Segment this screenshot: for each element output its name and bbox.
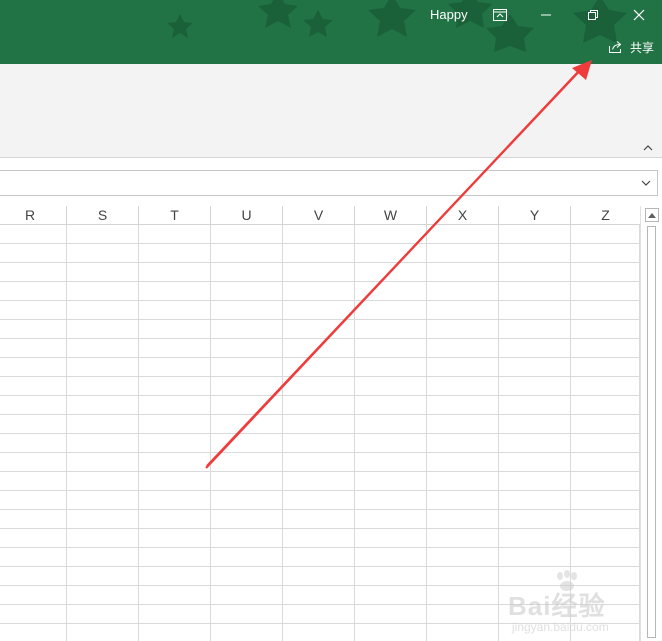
ribbon-display-options-button[interactable]: [477, 0, 523, 30]
column-header-x[interactable]: X: [427, 206, 499, 225]
chevron-down-icon: [641, 180, 651, 186]
title-bar: Happy 共享: [0, 0, 662, 64]
close-icon: [633, 9, 645, 21]
minimize-button[interactable]: [523, 0, 569, 30]
column-header-t[interactable]: T: [139, 206, 211, 225]
formula-bar-expand-button[interactable]: [639, 176, 653, 190]
column-header-z[interactable]: Z: [571, 206, 640, 225]
column-header-s[interactable]: S: [67, 206, 139, 225]
minimize-icon: [541, 14, 551, 16]
close-button[interactable]: [616, 0, 662, 30]
ribbon-collapse-button[interactable]: [638, 140, 658, 156]
baidu-jingyan-watermark: Bai经验 jingyan.baidu.com: [508, 570, 658, 636]
scroll-up-button[interactable]: [645, 208, 659, 222]
formula-bar[interactable]: [0, 170, 658, 196]
share-label: 共享: [630, 40, 655, 55]
column-header-r[interactable]: R: [0, 206, 67, 225]
share-button[interactable]: 共享: [602, 36, 660, 58]
ribbon: [0, 64, 662, 158]
column-headers: R S T U V W X Y Z: [0, 206, 640, 225]
restore-icon: [588, 10, 598, 20]
watermark-subtext: jingyan.baidu.com: [512, 620, 609, 634]
share-icon: [609, 41, 622, 53]
formula-bar-area: [0, 158, 662, 206]
chevron-up-icon: [643, 145, 653, 151]
restore-button[interactable]: [570, 0, 616, 30]
column-header-y[interactable]: Y: [499, 206, 571, 225]
triangle-up-icon: [648, 213, 656, 218]
user-name[interactable]: Happy: [430, 7, 468, 23]
column-header-w[interactable]: W: [355, 206, 427, 225]
excel-window: Happy 共享 R S T U V W X Y Z Bai经验 jingyan…: [0, 0, 662, 641]
watermark-text: Bai经验: [508, 591, 606, 621]
column-header-u[interactable]: U: [211, 206, 283, 225]
column-header-v[interactable]: V: [283, 206, 355, 225]
ribbon-display-icon: [493, 9, 507, 21]
